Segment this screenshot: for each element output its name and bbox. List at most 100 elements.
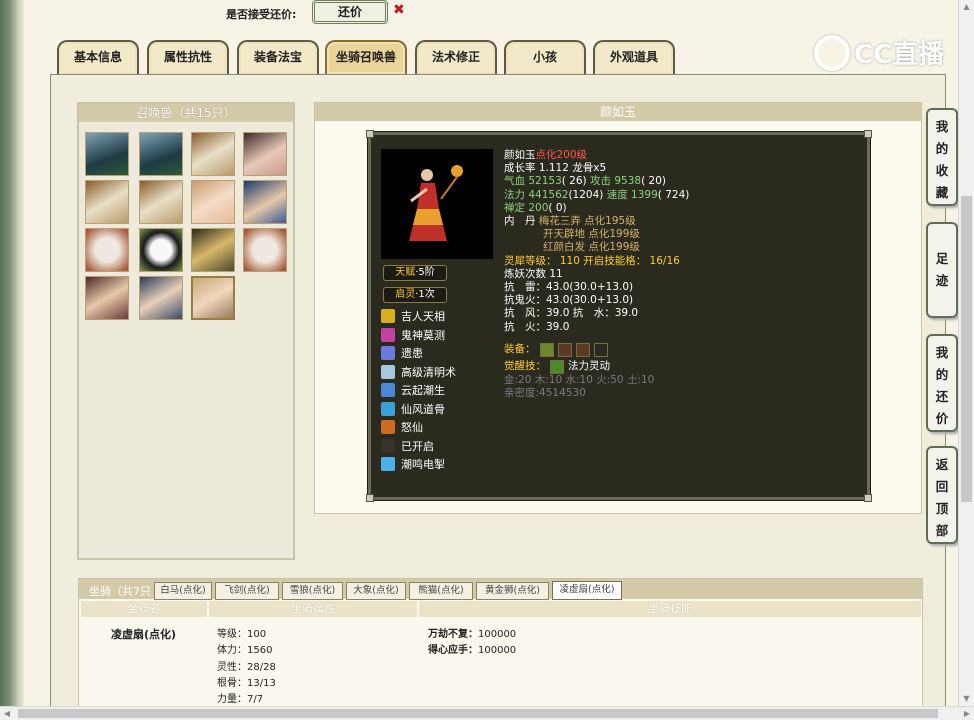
fury-icon [381,420,395,435]
tab-basic-info[interactable]: 基本信息 [57,40,139,74]
skill-name: 仙风道骨 [401,402,445,416]
my-counteroffers-button[interactable]: 我的还价 [926,334,958,432]
mount-tab[interactable]: 凌虚扇(点化) [552,581,622,600]
mount-tab[interactable]: 大象(点化) [346,582,406,600]
skill-item[interactable]: 已开启 [381,437,456,456]
counteroffer-button[interactable]: 还价 [312,0,388,24]
summon-list-panel: 召唤兽（共15只） [77,102,295,560]
col-mount-name: 坐骑名 [81,601,207,617]
cc-logo-icon [814,34,850,71]
mount-tab[interactable]: 熊猫(点化) [409,582,473,600]
skill-item[interactable]: 遗患 [381,344,456,363]
summon-info-card: 天赋·5阶 启灵·1次 吉人天相鬼神莫测遗患高级清明术云起潮生仙风道骨怒仙已开启… [366,130,872,502]
summon-list-title: 召唤兽（共15只） [79,104,293,122]
awakening-badge: 启灵·1次 [383,287,447,303]
summon-thumb[interactable] [243,180,287,224]
immortal-icon [381,401,395,416]
tab-children[interactable]: 小孩 [504,40,586,74]
tab-attributes[interactable]: 属性抗性 [147,40,229,74]
my-favorites-button[interactable]: 我的收藏 [926,108,958,206]
skill-name: 怒仙 [401,421,423,435]
skill-item[interactable]: 高级清明术 [381,363,456,382]
skill-item[interactable]: 吉人天相 [381,307,456,326]
equip-slot-icon[interactable] [593,342,608,357]
lightning-icon [381,457,395,472]
ghost-icon [381,327,395,342]
col-mount-skills: 坐骑技能 [419,601,921,617]
cc-live-logo: CC直播 [814,34,944,71]
equip-slot-icon[interactable] [575,342,590,357]
scroll-left-icon[interactable]: ◀ [0,707,14,720]
scroll-up-icon[interactable]: ▲ [959,0,974,14]
tab-mounts-summons[interactable]: 坐骑召唤兽 [325,40,407,74]
skill-name: 高级清明术 [401,365,456,379]
skill-item[interactable]: 潮鸣电掣 [381,455,456,474]
tab-appearance[interactable]: 外观道具 [593,40,675,74]
horizontal-scroll-thumb[interactable] [18,709,938,718]
col-mount-attributes: 坐骑属性 [209,601,417,617]
summon-name-header: 颜如玉 [315,103,921,121]
card-corner [366,494,374,502]
footprints-button[interactable]: 足迹 [926,222,958,318]
card-corner [864,130,872,138]
mount-tab[interactable]: 白马(点化) [154,582,212,600]
card-corner [366,130,374,138]
skill-name: 云起潮生 [401,384,445,398]
equip-slot-icon[interactable] [557,342,572,357]
talent-badge: 天赋·5阶 [383,265,447,281]
summon-thumb[interactable] [85,276,129,320]
mount-skills: 万劫不复：100000 得心应手：100000 [428,629,517,657]
summon-stats: 颜如玉点化200级 成长率 1.112 龙骨x5 气血 52153( 26) 攻… [504,149,690,400]
cloud-icon [381,383,395,398]
tab-spell-modifiers[interactable]: 法术修正 [415,40,497,74]
skill-name: 潮鸣电掣 [401,458,445,472]
vertical-scroll-thumb[interactable] [961,196,972,502]
summon-portrait-figure [409,165,463,241]
equip-slot-icon[interactable] [539,342,554,357]
mount-title: 坐骑（共7只 [89,585,151,598]
mount-tab[interactable]: 黄金狮(点化) [476,582,549,600]
back-to-top-button[interactable]: 返回顶部 [926,446,958,544]
logo-text: CC直播 [854,40,945,70]
lucky-icon [381,309,395,324]
close-icon[interactable]: ✖ [393,2,405,18]
skill-name: 遗患 [401,347,423,361]
summon-thumb[interactable] [85,132,129,176]
left-border-strip [0,0,24,720]
summon-thumb[interactable] [139,228,183,272]
unlocked-slot-icon [381,438,395,453]
skill-name: 鬼神莫测 [401,328,445,342]
summon-thumb[interactable] [139,132,183,176]
tab-equipment[interactable]: 装备法宝 [237,40,319,74]
skill-name: 已开启 [401,439,434,453]
legacy-icon [381,346,395,361]
scroll-down-icon[interactable]: ▼ [959,692,974,706]
summon-thumb[interactable] [191,228,235,272]
summon-thumb[interactable] [191,132,235,176]
scroll-right-icon[interactable]: ▶ [960,707,974,720]
skill-list: 吉人天相鬼神莫测遗患高级清明术云起潮生仙风道骨怒仙已开启潮鸣电掣 [381,307,456,474]
skill-item[interactable]: 仙风道骨 [381,400,456,419]
skill-item[interactable]: 怒仙 [381,418,456,437]
mount-attributes: 等级：100 体力：1560 灵性：28/28 根骨：13/13 力量：7/7 [217,629,276,706]
summon-thumb[interactable] [191,180,235,224]
mount-tab[interactable]: 雪狼(点化) [282,582,343,600]
vertical-scrollbar[interactable]: ▲ ▼ [958,0,974,706]
awakening-skill-icon [550,359,564,374]
clarity-icon [381,364,395,379]
summon-thumb[interactable] [85,228,129,272]
summon-thumb-selected[interactable] [191,276,235,320]
summon-thumb[interactable] [85,180,129,224]
mount-panel: 坐骑（共7只 白马(点化) 飞剑(点化) 雪狼(点化) 大象(点化) 熊猫(点化) 黄金狮… [78,578,923,708]
summon-thumb[interactable] [139,276,183,320]
summon-thumb[interactable] [243,228,287,272]
skill-item[interactable]: 云起潮生 [381,381,456,400]
mount-tab[interactable]: 飞剑(点化) [215,582,279,600]
summon-thumb[interactable] [139,180,183,224]
summon-portrait [381,149,493,259]
summon-thumb[interactable] [243,132,287,176]
horizontal-scrollbar[interactable]: ◀ ▶ [0,706,974,720]
skill-name: 吉人天相 [401,310,445,324]
skill-item[interactable]: 鬼神莫测 [381,326,456,345]
card-corner [864,494,872,502]
